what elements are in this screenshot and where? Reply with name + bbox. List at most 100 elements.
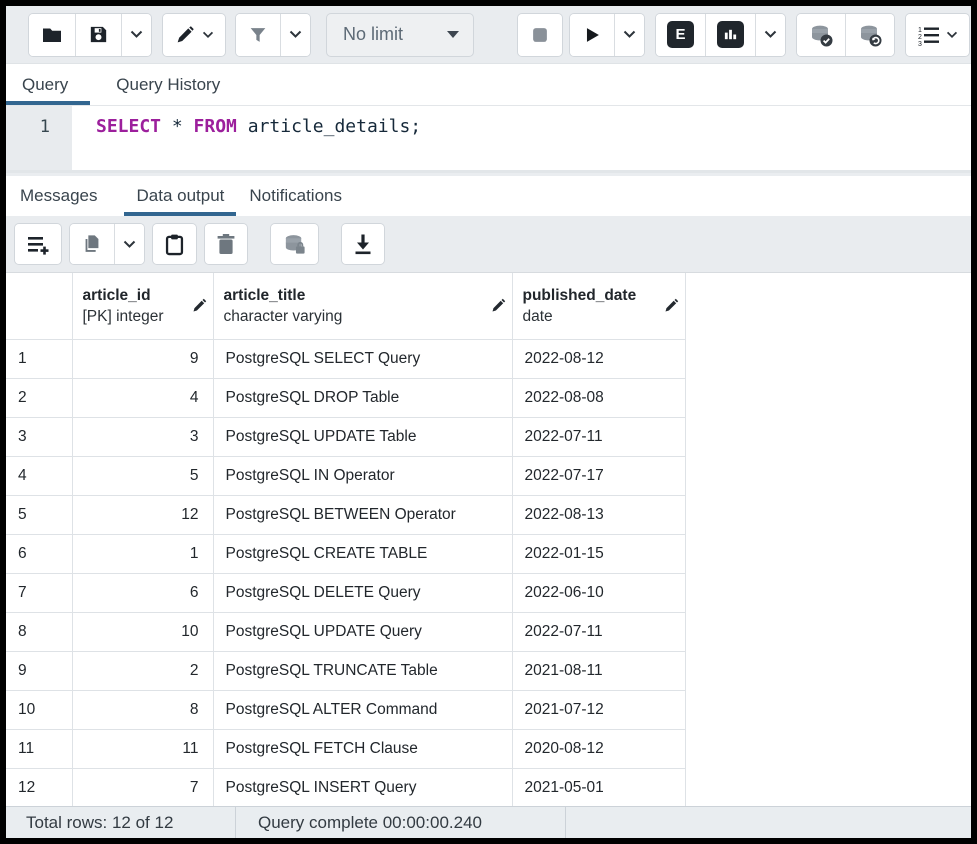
cell-article-title[interactable]: PostgreSQL DELETE Query — [213, 573, 512, 612]
row-number-cell[interactable]: 2 — [6, 378, 72, 417]
cell-article-id[interactable]: 4 — [72, 378, 213, 417]
cell-article-title[interactable]: PostgreSQL ALTER Command — [213, 690, 512, 729]
tab-data-output[interactable]: Data output — [136, 176, 224, 216]
row-number-cell[interactable]: 10 — [6, 690, 72, 729]
explain-button[interactable]: E — [656, 14, 705, 56]
cell-article-title[interactable]: PostgreSQL UPDATE Table — [213, 417, 512, 456]
cancel-query-button[interactable] — [518, 14, 562, 56]
cell-published-date[interactable]: 2021-07-12 — [512, 690, 685, 729]
cell-article-title[interactable]: PostgreSQL SELECT Query — [213, 339, 512, 378]
save-data-button[interactable] — [271, 224, 318, 264]
filter-dropdown-button[interactable] — [280, 14, 310, 56]
commit-db-check-icon — [808, 22, 834, 48]
row-number-cell[interactable]: 11 — [6, 729, 72, 768]
open-file-button[interactable] — [29, 14, 75, 56]
copy-dropdown-button[interactable] — [114, 224, 144, 264]
paste-button[interactable] — [153, 224, 196, 264]
chevron-down-icon — [764, 30, 777, 39]
cell-article-id[interactable]: 2 — [72, 651, 213, 690]
explain-button-group: E — [655, 13, 786, 57]
cell-article-id[interactable]: 1 — [72, 534, 213, 573]
cell-published-date[interactable]: 2022-08-12 — [512, 339, 685, 378]
delete-row-button[interactable] — [205, 224, 247, 264]
cell-article-id[interactable]: 8 — [72, 690, 213, 729]
sql-code-line[interactable]: SELECT * FROM article_details; — [72, 106, 971, 170]
row-number-cell[interactable]: 9 — [6, 651, 72, 690]
cell-article-title[interactable]: PostgreSQL CREATE TABLE — [213, 534, 512, 573]
explain-dropdown-button[interactable] — [755, 14, 785, 56]
row-number-cell[interactable]: 3 — [6, 417, 72, 456]
cell-article-id[interactable]: 3 — [72, 417, 213, 456]
rollback-db-undo-icon — [857, 22, 883, 48]
cell-article-id[interactable]: 12 — [72, 495, 213, 534]
cell-article-title[interactable]: PostgreSQL DROP Table — [213, 378, 512, 417]
cell-published-date[interactable]: 2022-07-11 — [512, 417, 685, 456]
cell-article-title[interactable]: PostgreSQL IN Operator — [213, 456, 512, 495]
commit-button[interactable] — [797, 14, 845, 56]
cell-published-date[interactable]: 2021-05-01 — [512, 768, 685, 806]
cell-article-title[interactable]: PostgreSQL UPDATE Query — [213, 612, 512, 651]
file-button-group — [28, 13, 152, 57]
cell-article-title[interactable]: PostgreSQL INSERT Query — [213, 768, 512, 806]
edit-pencil-icon[interactable] — [491, 298, 506, 313]
table-row: 512PostgreSQL BETWEEN Operator2022-08-13 — [6, 495, 685, 534]
cell-article-id[interactable]: 6 — [72, 573, 213, 612]
execute-button[interactable] — [570, 14, 614, 56]
row-number-cell[interactable]: 1 — [6, 339, 72, 378]
copy-button[interactable] — [70, 224, 114, 264]
data-output-toolbar — [6, 216, 971, 272]
line-number: 1 — [40, 117, 50, 137]
cell-published-date[interactable]: 2022-07-17 — [512, 456, 685, 495]
tab-query[interactable]: Query — [22, 64, 68, 105]
add-row-button[interactable] — [15, 224, 61, 264]
tab-query-history[interactable]: Query History — [116, 64, 220, 105]
cell-published-date[interactable]: 2022-01-15 — [512, 534, 685, 573]
row-number-cell[interactable]: 6 — [6, 534, 72, 573]
tab-messages[interactable]: Messages — [20, 176, 97, 216]
cell-published-date[interactable]: 2022-08-13 — [512, 495, 685, 534]
row-number-cell[interactable]: 7 — [6, 573, 72, 612]
row-number-cell[interactable]: 12 — [6, 768, 72, 806]
column-header-article-title[interactable]: article_title character varying — [213, 273, 512, 339]
macros-dropdown-button[interactable]: 1 2 3 — [906, 14, 969, 56]
cell-article-id[interactable]: 5 — [72, 456, 213, 495]
sql-token: article_details; — [237, 116, 421, 137]
edit-dropdown-button[interactable] — [163, 14, 225, 56]
cell-article-title[interactable]: PostgreSQL BETWEEN Operator — [213, 495, 512, 534]
explain-analyze-button[interactable] — [705, 14, 755, 56]
save-dropdown-button[interactable] — [121, 14, 151, 56]
chevron-down-icon — [289, 30, 302, 39]
cell-published-date[interactable]: 2020-08-12 — [512, 729, 685, 768]
row-number-cell[interactable]: 8 — [6, 612, 72, 651]
edit-pencil-icon[interactable] — [192, 298, 207, 313]
execute-dropdown-button[interactable] — [614, 14, 644, 56]
save-data-group — [270, 223, 319, 265]
cell-article-id[interactable]: 11 — [72, 729, 213, 768]
cell-published-date[interactable]: 2022-07-11 — [512, 612, 685, 651]
cell-published-date[interactable]: 2021-08-11 — [512, 651, 685, 690]
download-button[interactable] — [342, 224, 384, 264]
cell-article-id[interactable]: 9 — [72, 339, 213, 378]
cell-published-date[interactable]: 2022-08-08 — [512, 378, 685, 417]
cell-article-title[interactable]: PostgreSQL FETCH Clause — [213, 729, 512, 768]
filter-button[interactable] — [236, 14, 280, 56]
play-icon — [581, 24, 603, 46]
column-header-published-date[interactable]: published_date date — [512, 273, 685, 339]
header-row: article_id [PK] integer article_title — [6, 273, 685, 339]
column-header-article-id[interactable]: article_id [PK] integer — [72, 273, 213, 339]
cell-article-id[interactable]: 10 — [72, 612, 213, 651]
add-row-icon — [26, 233, 50, 255]
row-number-cell[interactable]: 4 — [6, 456, 72, 495]
cell-article-title[interactable]: PostgreSQL TRUNCATE Table — [213, 651, 512, 690]
cell-article-id[interactable]: 7 — [72, 768, 213, 806]
edit-pencil-icon[interactable] — [664, 298, 679, 313]
download-group — [341, 223, 385, 265]
tab-notifications[interactable]: Notifications — [249, 176, 342, 216]
save-file-button[interactable] — [75, 14, 121, 56]
cell-published-date[interactable]: 2022-06-10 — [512, 573, 685, 612]
select-all-corner-cell[interactable] — [6, 273, 72, 339]
results-table: article_id [PK] integer article_title — [6, 273, 686, 806]
row-limit-select[interactable]: No limit — [326, 13, 474, 57]
rollback-button[interactable] — [845, 14, 894, 56]
row-number-cell[interactable]: 5 — [6, 495, 72, 534]
